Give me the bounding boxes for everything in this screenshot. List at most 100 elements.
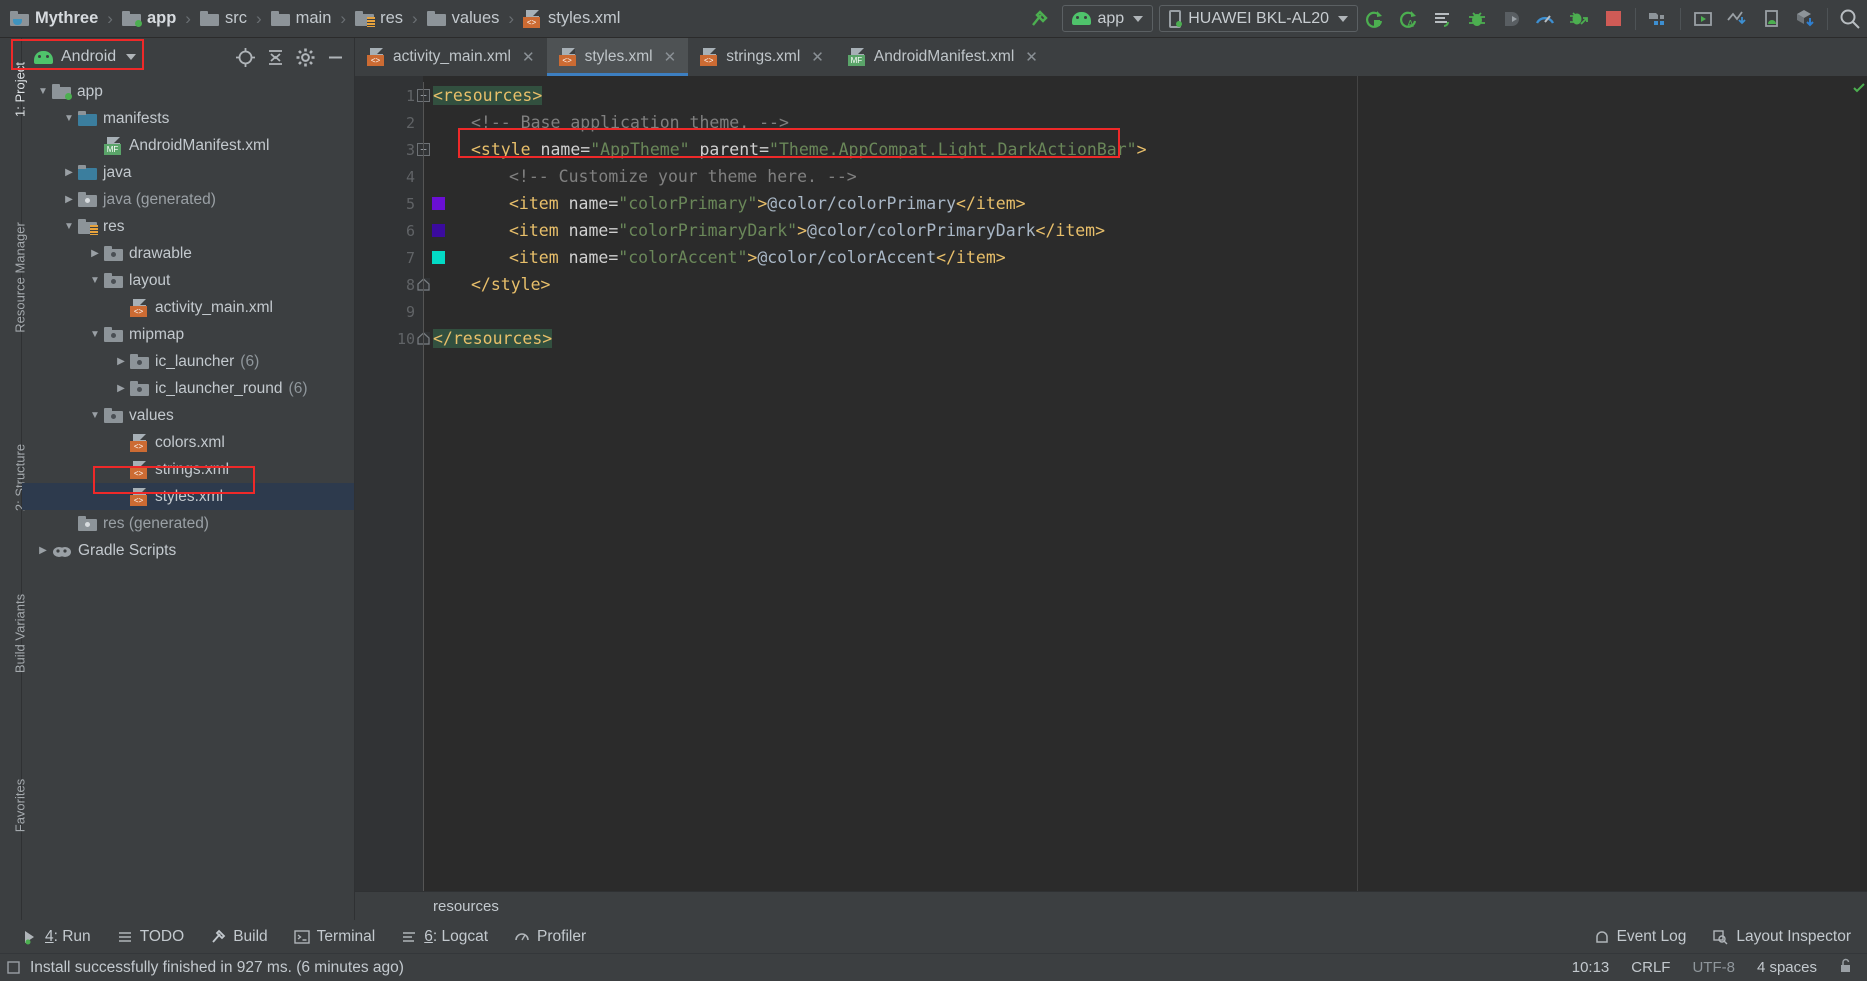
chevron-right-icon[interactable]: ▶ — [86, 248, 104, 259]
chevron-down-icon[interactable]: ▼ — [86, 410, 104, 421]
breadcrumb-item-main[interactable]: main — [267, 0, 336, 37]
tree-node-label: app — [77, 82, 103, 100]
tree-node-gradle-scripts[interactable]: ▶ Gradle Scripts — [22, 537, 354, 564]
layout-inspector-icon[interactable] — [1720, 4, 1754, 34]
tool-button-layout-inspector[interactable]: Layout Inspector — [1712, 928, 1851, 946]
close-icon[interactable]: ✕ — [811, 48, 824, 66]
project-tree[interactable]: ▼ app ▼ manifests MF AndroidManifest.xml ▶ java… — [22, 76, 354, 920]
tool-button-event-log[interactable]: Event Log — [1594, 928, 1686, 946]
tree-node-manifests[interactable]: ▼ manifests — [22, 105, 354, 132]
tree-node-colors-xml[interactable]: <> colors.xml — [22, 429, 354, 456]
sidebar-item-favorites[interactable]: Favorites — [13, 746, 28, 866]
file-encoding[interactable]: UTF-8 — [1692, 959, 1735, 976]
build-hammer-icon[interactable] — [1022, 4, 1056, 34]
gutter-line: 1− — [355, 82, 430, 109]
chevron-down-icon[interactable]: ▼ — [34, 86, 52, 97]
breadcrumb-label: values — [451, 9, 500, 27]
breadcrumb-label: styles.xml — [548, 9, 621, 27]
tree-node-layout[interactable]: ▼ layout — [22, 267, 354, 294]
unlocked-icon[interactable] — [1839, 958, 1853, 978]
close-icon[interactable]: ✕ — [522, 48, 535, 66]
editor-gutter[interactable]: 1− 2 3− 4 5 6 7 8 9 10 — [355, 76, 445, 891]
tab-androidmanifest-xml[interactable]: MF AndroidManifest.xml ✕ — [836, 38, 1050, 76]
chevron-down-icon[interactable]: ▼ — [86, 329, 104, 340]
chevron-right-icon[interactable]: ▶ — [34, 545, 52, 556]
tool-button-build[interactable]: Build — [210, 928, 268, 946]
project-view-selector[interactable]: Android — [26, 46, 144, 68]
tree-node-drawable[interactable]: ▶ drawable — [22, 240, 354, 267]
tab-label: styles.xml — [584, 48, 653, 65]
tree-node-java[interactable]: ▶ java — [22, 159, 354, 186]
line-separator[interactable]: CRLF — [1631, 959, 1670, 976]
tree-node-ic-launcher-round[interactable]: ▶ ic_launcher_round (6) — [22, 375, 354, 402]
gutter-line: 2 — [355, 109, 423, 136]
indent-setting[interactable]: 4 spaces — [1757, 959, 1817, 976]
tool-button-profiler[interactable]: Profiler — [514, 928, 586, 946]
project-panel: Android ▼ app ▼ manifests MF AndroidManifest.… — [22, 38, 355, 920]
collapse-all-icon[interactable] — [260, 43, 290, 71]
tree-node-java--generated-[interactable]: ▶ java (generated) — [22, 186, 354, 213]
tree-node-ic-launcher[interactable]: ▶ ic_launcher (6) — [22, 348, 354, 375]
breadcrumb-separator: › — [185, 8, 191, 28]
tree-node-mipmap[interactable]: ▼ mipmap — [22, 321, 354, 348]
tree-node-styles-xml[interactable]: <> styles.xml — [22, 483, 354, 510]
chevron-right-icon[interactable]: ▶ — [60, 194, 78, 205]
chevron-down-icon[interactable]: ▼ — [60, 221, 78, 232]
tree-node-values[interactable]: ▼ values — [22, 402, 354, 429]
minimize-icon[interactable] — [320, 43, 350, 71]
apply-code-changes-icon[interactable]: A — [1392, 4, 1426, 34]
tool-button-todo[interactable]: TODO — [117, 928, 184, 946]
breadcrumb-item-styles-xml[interactable]: <> styles.xml — [519, 0, 624, 37]
rerun-icon[interactable] — [1426, 4, 1460, 34]
code-editor[interactable]: 1− 2 3− 4 5 6 7 8 9 10 <resources> <!-- Base appli… — [355, 76, 1867, 891]
tree-node-app[interactable]: ▼ app — [22, 78, 354, 105]
chevron-right-icon[interactable]: ▶ — [112, 356, 130, 367]
breadcrumb-item-res[interactable]: res — [351, 0, 407, 37]
tab-styles-xml[interactable]: <> styles.xml ✕ — [546, 38, 689, 76]
breadcrumb-item-app[interactable]: app — [118, 0, 180, 37]
run-configuration-selector[interactable]: app — [1061, 5, 1154, 32]
message-icon — [7, 961, 20, 974]
avd-manager-icon[interactable] — [1686, 4, 1720, 34]
sidebar-item-build-variants[interactable]: Build Variants — [13, 574, 28, 694]
stop-icon[interactable] — [1596, 4, 1630, 34]
locate-icon[interactable] — [230, 43, 260, 71]
chevron-down-icon[interactable]: ▼ — [86, 275, 104, 286]
tab-activity-main-xml[interactable]: <> activity_main.xml ✕ — [355, 38, 547, 76]
tree-node-strings-xml[interactable]: <> strings.xml — [22, 456, 354, 483]
tab-strings-xml[interactable]: <> strings.xml ✕ — [688, 38, 836, 76]
tree-node-res[interactable]: ▼ res — [22, 213, 354, 240]
tool-button-terminal[interactable]: Terminal — [293, 928, 375, 946]
caret-position[interactable]: 10:13 — [1572, 959, 1610, 976]
tree-node-activity-main-xml[interactable]: <> activity_main.xml — [22, 294, 354, 321]
tool-button-run[interactable]: 4: Run — [22, 928, 91, 946]
folder-icon — [270, 11, 290, 26]
run-with-coverage-icon[interactable] — [1562, 4, 1596, 34]
xml-file-icon: <> — [130, 487, 149, 506]
folder-generated-icon — [78, 516, 97, 531]
device-file-explorer-icon[interactable] — [1754, 4, 1788, 34]
search-icon[interactable] — [1833, 4, 1867, 34]
close-icon[interactable]: ✕ — [1025, 48, 1038, 66]
debug-icon[interactable] — [1460, 4, 1494, 34]
editor-scrollbar[interactable] — [1851, 76, 1867, 891]
profiler-icon[interactable] — [1528, 4, 1562, 34]
chevron-down-icon[interactable]: ▼ — [60, 113, 78, 124]
attach-debugger-icon[interactable] — [1494, 4, 1528, 34]
breadcrumb-label: res — [380, 9, 403, 27]
editor-code[interactable]: <resources> <!-- Base application theme. … — [423, 76, 1851, 891]
settings-gear-icon[interactable] — [290, 43, 320, 71]
tree-node-androidmanifest-xml[interactable]: MF AndroidManifest.xml — [22, 132, 354, 159]
chevron-right-icon[interactable]: ▶ — [60, 167, 78, 178]
sdk-manager-icon[interactable] — [1641, 4, 1675, 34]
tree-node-res--generated-[interactable]: res (generated) — [22, 510, 354, 537]
close-icon[interactable]: ✕ — [664, 48, 677, 66]
device-selector[interactable]: HUAWEI BKL-AL20 — [1159, 5, 1358, 32]
breadcrumb-item-src[interactable]: src — [196, 0, 251, 37]
breadcrumb-item-values[interactable]: values — [423, 0, 504, 37]
apply-changes-icon[interactable] — [1358, 4, 1392, 34]
tool-button-logcat[interactable]: 6: Logcat — [401, 928, 488, 946]
chevron-right-icon[interactable]: ▶ — [112, 383, 130, 394]
code-token: @color/colorPrimaryDark — [807, 221, 1036, 240]
sync-gradle-icon[interactable] — [1788, 4, 1822, 34]
